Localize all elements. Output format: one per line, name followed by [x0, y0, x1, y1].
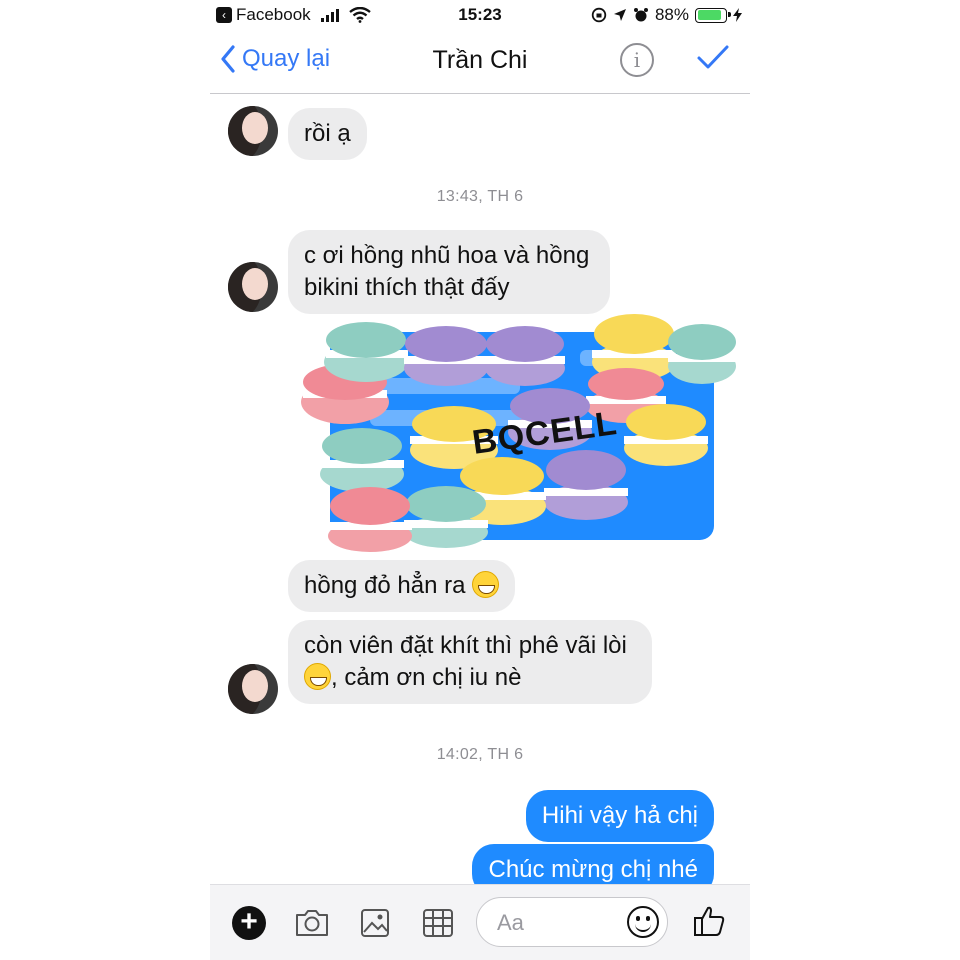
- grinning-emoji-icon: [472, 571, 500, 598]
- message-bubble[interactable]: rồi ạ: [288, 108, 367, 160]
- macaron-mint-mid: [320, 428, 404, 492]
- camera-icon[interactable]: [294, 907, 330, 939]
- message-input-placeholder: Aa: [497, 910, 524, 935]
- timestamp: 13:43, TH 6: [436, 188, 524, 205]
- battery-icon: [695, 7, 731, 23]
- sent-message-bubble[interactable]: Hihi vậy hả chị: [525, 790, 714, 842]
- battery-percent: 88%: [654, 5, 689, 24]
- message-text-line: còn viên đặt khít thì phê vãi lòi: [304, 632, 627, 659]
- conversation-header: Quay lại Trần Chi i: [210, 30, 750, 94]
- thumbs-up-icon[interactable]: [692, 903, 728, 939]
- alarm-icon: [633, 8, 648, 22]
- contact-name[interactable]: Trần Chi: [210, 46, 750, 75]
- status-right: 88%: [591, 5, 742, 25]
- location-icon: [613, 9, 626, 21]
- charging-icon: [733, 8, 742, 22]
- composer-bar: + Aa: [210, 884, 750, 960]
- checkmark-icon[interactable]: [695, 40, 731, 76]
- info-icon[interactable]: i: [620, 43, 654, 77]
- message-text-line: c ơi hồng nhũ hoa và hồng: [304, 242, 590, 269]
- contact-avatar[interactable]: [228, 106, 280, 158]
- timestamp: 14:02, TH 6: [436, 746, 524, 763]
- macaron-purple-2: [485, 326, 565, 386]
- gallery-icon[interactable]: [360, 907, 390, 939]
- message-text: rồi ạ: [304, 120, 351, 147]
- message-text-line: , cảm ơn chị iu nè: [331, 664, 522, 691]
- emoji-icon[interactable]: [627, 906, 659, 938]
- message-input[interactable]: Aa: [476, 897, 668, 947]
- contact-avatar[interactable]: [228, 664, 280, 716]
- message-text: Hihi vậy hả chị: [541, 802, 698, 829]
- macaron-mint-top: [324, 322, 408, 382]
- macaron-purple-1: [404, 326, 488, 386]
- contact-avatar[interactable]: [228, 262, 280, 314]
- sticker-icon[interactable]: [422, 907, 454, 939]
- image-message[interactable]: BQCELL: [300, 310, 740, 555]
- grinning-emoji-icon: [304, 663, 331, 690]
- status-bar: ‹ Facebook 15:23 88%: [210, 0, 750, 30]
- message-bubble[interactable]: còn viên đặt khít thì phê vãi lòi , cảm …: [288, 620, 652, 704]
- plus-icon[interactable]: +: [232, 906, 266, 940]
- rotation-lock-icon: [591, 7, 607, 23]
- message-text-line: bikini thích thật đấy: [304, 274, 510, 301]
- message-text: hồng đỏ hẳn ra: [304, 572, 466, 599]
- macaron-mint-right: [668, 324, 738, 384]
- message-text: Chúc mừng chị nhé: [488, 856, 698, 883]
- message-bubble[interactable]: hồng đỏ hẳn ra: [288, 560, 516, 612]
- message-bubble[interactable]: c ơi hồng nhũ hoa và hồng bikini thích t…: [288, 230, 610, 314]
